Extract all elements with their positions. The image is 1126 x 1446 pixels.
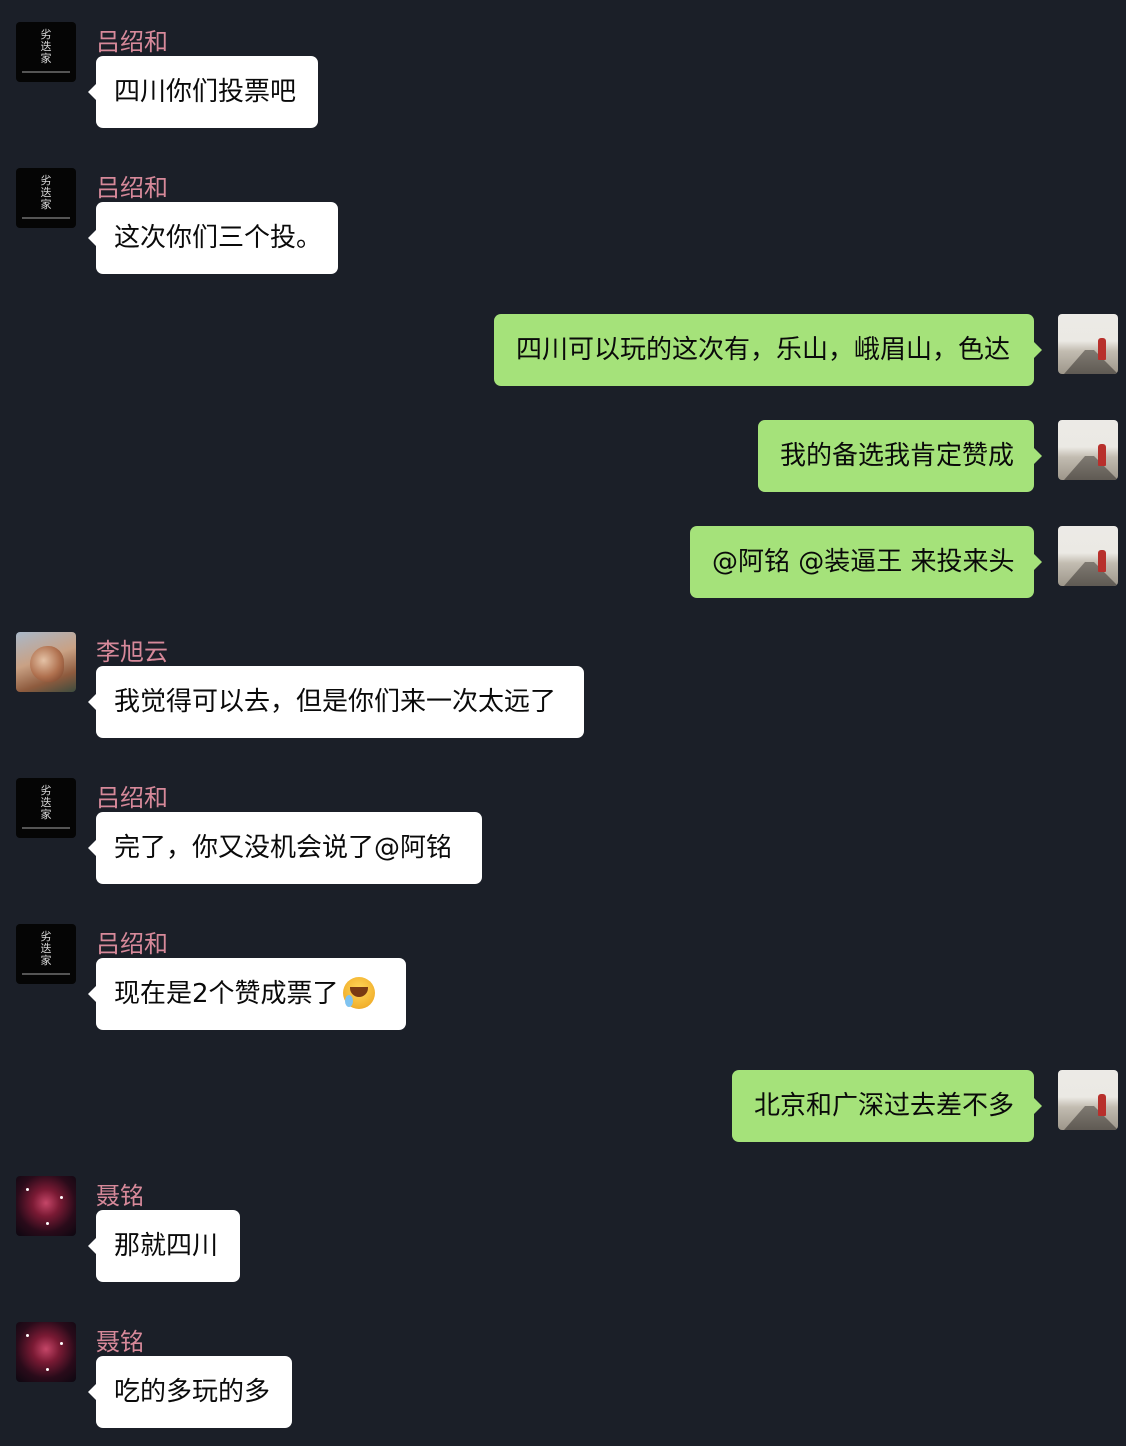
message-bubble[interactable]: 吃的多玩的多 <box>88 1356 292 1428</box>
message-bubble[interactable]: 现在是2个赞成票了 <box>88 958 406 1030</box>
avatar-star <box>26 1334 29 1337</box>
message-row: @阿铭 @装逼王 来投来头 <box>0 526 1126 598</box>
avatar-logo-text: 劣 迭 家 <box>40 784 52 821</box>
avatar-figure-graphic <box>1098 1094 1106 1116</box>
message-text: 现在是2个赞成票了 <box>114 979 339 1009</box>
message-row: 我的备选我肯定赞成 <box>0 420 1126 492</box>
avatar-road-graphic <box>1064 1106 1118 1130</box>
sender-name: 吕绍和 <box>96 174 168 202</box>
avatar-photo-subject <box>30 646 64 682</box>
avatar-decoration <box>22 827 70 829</box>
avatar[interactable]: 劣 迭 家 <box>16 924 76 984</box>
avatar-star <box>46 1222 49 1225</box>
avatar[interactable] <box>16 1322 76 1382</box>
avatar-logo-text: 劣 迭 家 <box>40 174 52 211</box>
message-bubble[interactable]: 四川可以玩的这次有，乐山，峨眉山，色达 <box>494 314 1042 386</box>
avatar[interactable] <box>1058 314 1118 374</box>
avatar-decoration <box>22 217 70 219</box>
avatar[interactable]: 劣 迭 家 <box>16 778 76 838</box>
message-row: 聂铭 吃的多玩的多 <box>0 1322 1126 1432</box>
message-row: 劣 迭 家 吕绍和 现在是2个赞成票了 <box>0 924 1126 1034</box>
avatar-star <box>60 1342 63 1345</box>
message-bubble[interactable]: 北京和广深过去差不多 <box>732 1070 1042 1142</box>
avatar-road-graphic <box>1064 456 1118 480</box>
avatar[interactable] <box>1058 1070 1118 1130</box>
message-bubble[interactable]: @阿铭 @装逼王 来投来头 <box>690 526 1042 598</box>
avatar[interactable]: 劣 迭 家 <box>16 22 76 82</box>
message-row: 北京和广深过去差不多 <box>0 1070 1126 1142</box>
sender-name: 吕绍和 <box>96 784 168 812</box>
message-bubble[interactable]: 这次你们三个投。 <box>88 202 338 274</box>
laughing-crying-emoji-icon <box>342 976 375 1009</box>
avatar-road-graphic <box>1064 350 1118 374</box>
sender-name: 聂铭 <box>96 1328 144 1356</box>
avatar[interactable] <box>1058 526 1118 586</box>
sender-name: 吕绍和 <box>96 930 168 958</box>
message-row: 劣 迭 家 吕绍和 完了，你又没机会说了@阿铭 <box>0 778 1126 888</box>
sender-name: 李旭云 <box>96 638 168 666</box>
message-row: 劣 迭 家 吕绍和 四川你们投票吧 <box>0 22 1126 132</box>
avatar-figure-graphic <box>1098 338 1106 360</box>
avatar[interactable] <box>1058 420 1118 480</box>
message-bubble[interactable]: 那就四川 <box>88 1210 240 1282</box>
avatar-decoration <box>22 71 70 73</box>
message-row: 四川可以玩的这次有，乐山，峨眉山，色达 <box>0 314 1126 386</box>
avatar-logo-text: 劣 迭 家 <box>40 28 52 65</box>
avatar-star <box>60 1196 63 1199</box>
message-bubble[interactable]: 我的备选我肯定赞成 <box>758 420 1042 492</box>
message-bubble[interactable]: 四川你们投票吧 <box>88 56 318 128</box>
avatar-figure-graphic <box>1098 444 1106 466</box>
message-row: 聂铭 那就四川 <box>0 1176 1126 1286</box>
sender-name: 吕绍和 <box>96 28 168 56</box>
avatar-road-graphic <box>1064 562 1118 586</box>
avatar[interactable]: 劣 迭 家 <box>16 168 76 228</box>
avatar-decoration <box>22 973 70 975</box>
avatar-figure-graphic <box>1098 550 1106 572</box>
message-row: 劣 迭 家 吕绍和 这次你们三个投。 <box>0 168 1126 278</box>
avatar-logo-text: 劣 迭 家 <box>40 930 52 967</box>
avatar[interactable] <box>16 1176 76 1236</box>
message-row: 李旭云 我觉得可以去，但是你们来一次太远了 <box>0 632 1126 742</box>
message-bubble[interactable]: 我觉得可以去，但是你们来一次太远了 <box>88 666 584 738</box>
avatar[interactable] <box>16 632 76 692</box>
avatar-star <box>26 1188 29 1191</box>
avatar-star <box>46 1368 49 1371</box>
message-bubble[interactable]: 完了，你又没机会说了@阿铭 <box>88 812 482 884</box>
sender-name: 聂铭 <box>96 1182 144 1210</box>
